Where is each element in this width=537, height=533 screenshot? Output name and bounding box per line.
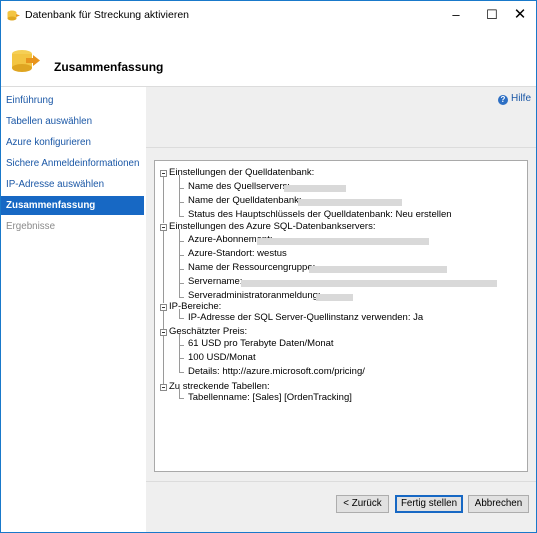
nav-item-ergebnisse: Ergebnisse xyxy=(6,221,56,232)
tree-line xyxy=(179,334,180,372)
redacted-value xyxy=(298,199,402,206)
tree-line xyxy=(179,309,180,318)
tree-line xyxy=(179,283,184,284)
help-label: Hilfe xyxy=(511,93,532,104)
divider xyxy=(146,147,536,148)
collapse-icon[interactable] xyxy=(160,384,167,391)
use-source-ip: IP-Adresse der SQL Server-Quellinstanz v… xyxy=(188,312,424,323)
window-title: Datenbank für Streckung aktivieren xyxy=(25,9,190,21)
title-bar: Datenbank für Streckung aktivieren – ☐ ✕ xyxy=(1,1,536,30)
tree-line xyxy=(179,216,184,217)
tree-line xyxy=(179,202,184,203)
nav-item-sichere-anmeldeinformationen[interactable]: Sichere Anmeldeinformationen xyxy=(1,154,144,173)
nav-item-tabellen-auswaehlen[interactable]: Tabellen auswählen xyxy=(1,112,144,131)
redacted-value xyxy=(316,294,353,301)
finish-button[interactable]: Fertig stellen xyxy=(395,495,463,513)
redacted-value xyxy=(241,280,497,287)
source-settings-heading: Einstellungen der Quelldatenbank: xyxy=(169,167,315,178)
azure-settings-heading: Einstellungen des Azure SQL-Datenbankser… xyxy=(169,221,376,232)
collapse-icon[interactable] xyxy=(160,304,167,311)
nav-item-einfuehrung[interactable]: Einführung xyxy=(1,91,144,110)
close-button[interactable]: ✕ xyxy=(502,4,537,26)
price-details: Details: http://azure.microsoft.com/pric… xyxy=(188,366,365,377)
tree-line xyxy=(163,336,164,384)
tree-line xyxy=(163,311,164,329)
summary-tree: Einstellungen der Quelldatenbank: Name d… xyxy=(155,161,527,471)
divider xyxy=(146,481,536,482)
resource-group-label: Name der Ressourcengruppe: xyxy=(188,262,316,273)
summary-tree-box[interactable]: Einstellungen der Quelldatenbank: Name d… xyxy=(154,160,528,472)
ip-ranges-heading: IP-Bereiche: xyxy=(169,301,222,312)
page-header: Zusammenfassung xyxy=(1,30,536,87)
minimize-button[interactable]: – xyxy=(438,4,474,26)
tree-line xyxy=(179,269,184,270)
collapse-icon[interactable] xyxy=(160,224,167,231)
collapse-icon[interactable] xyxy=(160,170,167,177)
page-title: Zusammenfassung xyxy=(54,60,164,74)
redacted-value xyxy=(257,238,429,245)
tree-line xyxy=(163,231,164,303)
collapse-icon[interactable] xyxy=(160,329,167,336)
tree-line xyxy=(179,318,184,319)
nav-item-zusammenfassung[interactable]: Zusammenfassung xyxy=(1,196,144,215)
price-storage: 61 USD pro Terabyte Daten/Monat xyxy=(188,338,334,349)
tree-line xyxy=(179,389,180,398)
redacted-value xyxy=(284,185,346,192)
wizard-window: Datenbank für Streckung aktivieren – ☐ ✕… xyxy=(0,0,537,533)
source-server-label: Name des Quellservers: xyxy=(188,181,290,192)
admin-login-label: Serveradministratoranmeldung: xyxy=(188,290,321,301)
tree-line xyxy=(179,372,184,373)
tree-line xyxy=(179,255,184,256)
tree-line xyxy=(179,175,180,216)
wizard-nav: Einführung Tabellen auswählen Azure konf… xyxy=(1,87,146,532)
tree-line xyxy=(179,241,184,242)
tree-line xyxy=(179,358,184,359)
price-compute: 100 USD/Monat xyxy=(188,352,256,363)
database-stretch-icon xyxy=(7,10,20,21)
cancel-button[interactable]: Abbrechen xyxy=(468,495,529,513)
tree-line xyxy=(179,345,184,346)
tables-heading: Zu streckende Tabellen: xyxy=(169,381,270,392)
master-key-status: Status des Hauptschlüssels der Quelldate… xyxy=(188,209,452,220)
nav-item-ip-adresse-auswaehlen[interactable]: IP-Adresse auswählen xyxy=(1,175,144,194)
price-heading: Geschätzter Preis: xyxy=(169,326,248,337)
database-stretch-icon xyxy=(12,50,40,72)
tree-line xyxy=(179,229,180,297)
server-name-label: Servername: xyxy=(188,276,243,287)
help-link[interactable]: ? Hilfe xyxy=(498,93,531,105)
source-db-label: Name der Quelldatenbank: xyxy=(188,195,302,206)
nav-item-azure-konfigurieren[interactable]: Azure konfigurieren xyxy=(1,133,144,152)
help-icon: ? xyxy=(498,95,508,105)
tree-line xyxy=(163,177,164,223)
content-panel: ? Hilfe Einstellungen der Quelldatenbank:… xyxy=(146,87,536,532)
azure-location: Azure-Standort: westus xyxy=(188,248,287,259)
table-name: Tabellenname: [Sales] [OrdenTracking] xyxy=(188,392,352,403)
redacted-value xyxy=(309,266,447,273)
tree-line xyxy=(179,398,184,399)
tree-line xyxy=(179,188,184,189)
tree-line xyxy=(179,297,184,298)
back-button[interactable]: < Zurück xyxy=(336,495,389,513)
